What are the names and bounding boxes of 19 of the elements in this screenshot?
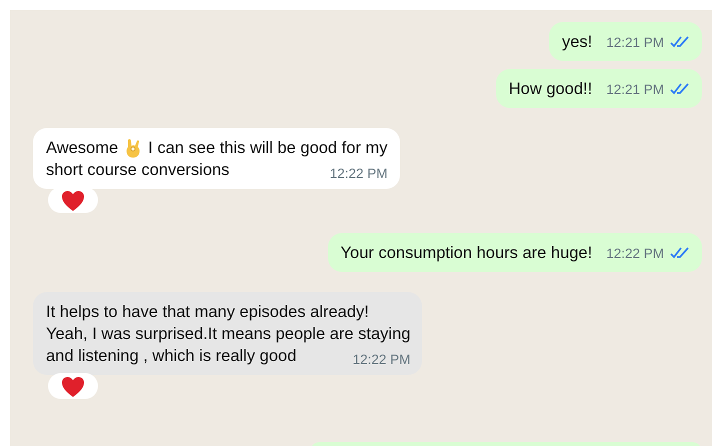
heart-icon (61, 190, 85, 212)
message-text: yes! (562, 32, 592, 53)
message-time: 12:21 PM (606, 34, 664, 50)
message-text: I can see this will be good for my (148, 138, 388, 159)
message-text: Awesome (46, 138, 118, 159)
message-text: Your consumption hours are huge! (340, 243, 592, 264)
double-check-icon (670, 36, 690, 48)
double-check-icon (670, 83, 690, 95)
double-check-icon (670, 247, 690, 259)
heart-icon (61, 376, 85, 398)
message-text: It helps to have that many episodes already! (46, 302, 369, 323)
message-text: Yeah, I was surprised.It means people are staying (46, 324, 410, 345)
message-time: 12:22 PM (330, 166, 388, 181)
message-text: and listening , which is really good (46, 346, 296, 367)
message-text: How good!! (508, 79, 592, 100)
message-time: 12:22 PM (606, 246, 664, 260)
message-text: short course conversions (46, 160, 230, 181)
message-time: 12:21 PM (606, 82, 664, 96)
message-time: 12:22 PM (352, 352, 410, 367)
